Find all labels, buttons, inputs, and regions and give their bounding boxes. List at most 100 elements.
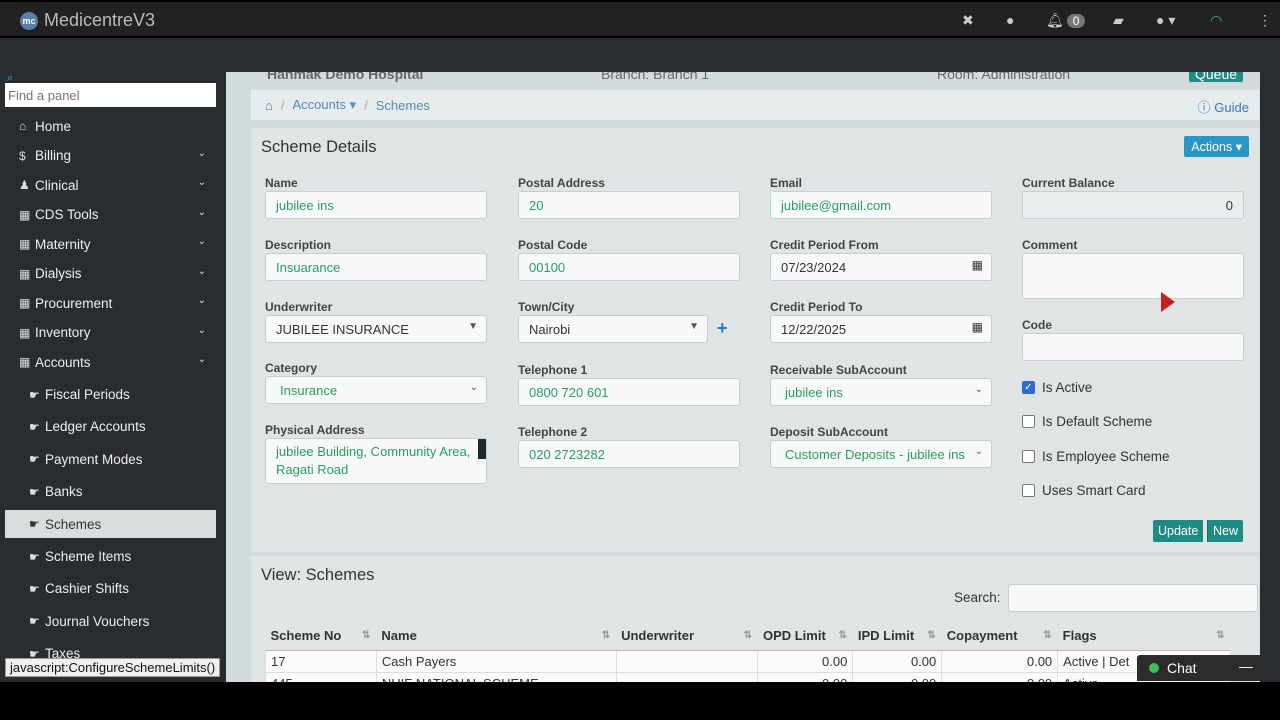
mic-off-icon[interactable]: ✖	[962, 12, 974, 29]
table-cell: 0.00	[852, 649, 943, 673]
list-title: View: Schemes	[261, 566, 375, 584]
postal-address-input[interactable]: 20	[518, 191, 740, 219]
smart-card-checkbox[interactable]: Uses Smart Card	[1022, 483, 1146, 498]
sidebar-subitem-label: Scheme Items	[45, 549, 132, 564]
caret-down-icon: ▼	[468, 321, 478, 332]
sidebar-item-dialysis[interactable]: ▦ Dialysis ⌄	[5, 260, 216, 288]
panel-search-input[interactable]	[5, 83, 216, 107]
user-menu-icon[interactable]: ● ▾	[1156, 12, 1175, 29]
column-header[interactable]: OPD Limit ⇅	[757, 622, 853, 651]
guide-link[interactable]: ⓘ Guide	[1198, 97, 1249, 116]
category-select[interactable]: Insurance ⌄	[265, 376, 487, 404]
sidebar-subitem-journal-vouchers[interactable]: ☛ Journal Vouchers	[5, 607, 216, 635]
sidebar-item-inventory[interactable]: ▦ Inventory ⌄	[5, 319, 216, 347]
sort-icon[interactable]: ⇅	[1216, 630, 1224, 641]
sidebar-subitem-banks[interactable]: ☛ Banks	[5, 478, 216, 506]
sort-icon[interactable]: ⇅	[838, 630, 846, 641]
textarea-scrollbar[interactable]	[478, 439, 486, 459]
sidebar-subitem-fiscal-periods[interactable]: ☛ Fiscal Periods	[5, 381, 216, 409]
column-header[interactable]: Scheme No ⇅	[265, 622, 377, 651]
receivable-select[interactable]: jubilee ins ⌄	[770, 378, 992, 406]
table-row[interactable]: 445NHIF NATIONAL SCHEME0.000.000.00Activ…	[265, 671, 1231, 682]
actions-dropdown[interactable]: Actions ▾	[1184, 136, 1249, 157]
credit-from-date[interactable]: 07/23/2024 ▦	[770, 253, 992, 281]
physical-address-textarea[interactable]: jubilee Building, Community Area, Ragati…	[265, 438, 487, 484]
underwriter-select[interactable]: JUBILEE INSURANCE ▼	[265, 315, 487, 343]
check-icon: ✓	[1022, 381, 1035, 394]
column-header-label: OPD Limit	[762, 628, 826, 644]
calendar-icon[interactable]: ▦	[972, 258, 983, 272]
name-input[interactable]: jubilee ins	[265, 191, 487, 219]
is-default-checkbox[interactable]: Is Default Scheme	[1022, 414, 1152, 429]
minimize-chat-icon[interactable]: —	[1239, 658, 1253, 674]
hand-pointer-icon: ☛	[29, 517, 40, 532]
column-header[interactable]: Name ⇅	[376, 622, 617, 651]
postal-code-input[interactable]: 00100	[518, 253, 740, 281]
sort-icon[interactable]: ⇅	[362, 630, 370, 641]
telephone1-input[interactable]: 0800 720 601	[518, 378, 740, 406]
sidebar-item-home[interactable]: ⌂ Home	[5, 112, 216, 140]
schemes-table: Scheme No ⇅ Name ⇅ Underwriter ⇅ OPD Limit ⇅ IPD…	[265, 622, 1231, 682]
breadcrumb-separator: /	[364, 97, 368, 113]
postal-code-label: Postal Code	[518, 238, 588, 252]
sort-icon[interactable]: ⇅	[602, 630, 610, 641]
dollar-icon: $	[19, 148, 26, 163]
sort-icon[interactable]: ⇅	[1043, 630, 1051, 641]
column-header[interactable]: Underwriter ⇅	[616, 622, 758, 651]
sort-icon[interactable]: ⇅	[744, 630, 752, 641]
telephone2-label: Telephone 2	[518, 425, 588, 439]
app-logo: mc	[20, 11, 38, 30]
sidebar-subitem-ledger-accounts[interactable]: ☛ Ledger Accounts	[5, 413, 216, 441]
sidebar-item-clinical[interactable]: ♟ Clinical ⌄	[5, 171, 216, 199]
column-header-label: IPD Limit	[857, 628, 915, 644]
column-header[interactable]: IPD Limit ⇅	[852, 622, 942, 651]
table-icon: ▦	[19, 325, 31, 340]
calendar-icon[interactable]: ▦	[972, 320, 983, 334]
description-input[interactable]: Insuarance	[265, 253, 487, 281]
breadcrumb-schemes[interactable]: Schemes	[376, 98, 430, 113]
sidebar-subitem-schemes[interactable]: ☛ Schemes	[5, 510, 216, 539]
email-label: Email	[770, 176, 803, 190]
telephone2-input[interactable]: 020 2723282	[518, 440, 740, 468]
sidebar-item-cds-tools[interactable]: ▦ CDS Tools ⌄	[5, 201, 216, 229]
user-secret-icon[interactable]: ●	[1006, 12, 1014, 28]
town-select[interactable]: Nairobi ▼	[518, 315, 708, 343]
hand-pointer-icon: ☛	[29, 614, 40, 629]
sidebar-subitem-scheme-items[interactable]: ☛ Scheme Items	[5, 543, 216, 571]
sidebar-item-procurement[interactable]: ▦ Procurement ⌄	[5, 289, 216, 317]
app-brand[interactable]: mc MedicentreV3	[20, 10, 155, 31]
comments-icon[interactable]: ▰	[1113, 12, 1124, 29]
room-label: Room: Administration	[937, 72, 1071, 82]
queue-button[interactable]: Queue	[1189, 72, 1244, 82]
table-row[interactable]: 17 Cash Payers 0.00 0.00 0.00 Active | Det	[265, 649, 1231, 673]
home-icon: ⌂	[19, 119, 27, 133]
table-search-input[interactable]	[1008, 584, 1258, 612]
update-button[interactable]: Update	[1153, 520, 1204, 542]
column-header[interactable]: Copayment ⇅	[941, 622, 1058, 651]
home-icon[interactable]: ⌂	[265, 98, 273, 113]
chevron-down-icon: ⌄	[197, 265, 206, 277]
sidebar-item-maternity[interactable]: ▦ Maternity ⌄	[5, 230, 216, 258]
sidebar-item-accounts[interactable]: ▦ Accounts ⌄	[5, 348, 216, 376]
credit-to-date[interactable]: 12/22/2025 ▦	[770, 315, 992, 343]
email-input[interactable]: jubilee@gmail.com	[770, 191, 992, 219]
comment-textarea[interactable]	[1022, 253, 1244, 299]
sidebar-item-billing[interactable]: $ Billing ⌄	[5, 142, 216, 170]
chat-widget[interactable]: Chat —	[1137, 655, 1263, 681]
table-cell: 0.00	[852, 671, 943, 682]
bell-icon[interactable]: 🔔︎ 0	[1046, 12, 1086, 29]
sidebar-subitem-cashier-shifts[interactable]: ☛ Cashier Shifts	[5, 575, 216, 603]
code-input[interactable]	[1022, 333, 1244, 361]
deposit-select[interactable]: Customer Deposits - jubilee ins ⌄	[770, 440, 992, 468]
breadcrumb-accounts[interactable]: Accounts ▾	[292, 97, 356, 113]
sidebar-item-label: Billing	[35, 148, 72, 163]
sort-icon[interactable]: ⇅	[927, 630, 935, 641]
more-vert-icon[interactable]: ⋮	[1258, 12, 1272, 29]
new-button[interactable]: New	[1207, 520, 1244, 542]
add-town-icon[interactable]: +	[717, 318, 728, 339]
is-active-checkbox[interactable]: ✓ Is Active	[1022, 380, 1092, 395]
is-employee-checkbox[interactable]: Is Employee Scheme	[1022, 449, 1170, 464]
sidebar-subitem-payment-modes[interactable]: ☛ Payment Modes	[5, 445, 216, 473]
sidebar-item-label: Home	[35, 118, 72, 134]
column-header[interactable]: Flags ⇅	[1057, 622, 1231, 651]
